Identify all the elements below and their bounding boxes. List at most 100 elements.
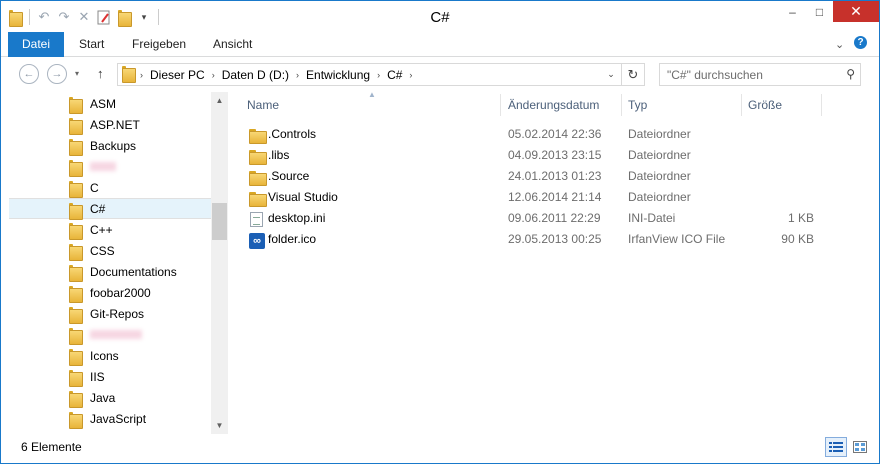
nav-item-icons[interactable]: Icons	[9, 345, 211, 366]
folder-icon	[69, 139, 83, 156]
details-view-button[interactable]	[825, 437, 847, 457]
large-icons-view-button[interactable]	[849, 437, 871, 457]
recent-locations-icon[interactable]: ▾	[75, 69, 79, 78]
nav-item-java[interactable]: Java	[9, 387, 211, 408]
folder-icon	[69, 97, 83, 114]
file-type: Dateiordner	[628, 190, 691, 204]
nav-item-asm[interactable]: ASM	[9, 93, 211, 114]
folder-icon	[69, 118, 83, 135]
redacted-label	[90, 162, 116, 171]
toolbar-separator	[158, 9, 159, 25]
nav-item-git-repos[interactable]: Git-Repos	[9, 303, 211, 324]
folder-icon	[69, 349, 83, 366]
file-type: Dateiordner	[628, 127, 691, 141]
nav-item-iis[interactable]: IIS	[9, 366, 211, 387]
help-icon[interactable]: ?	[854, 36, 867, 49]
folder-icon	[69, 160, 83, 177]
chevron-right-icon[interactable]: ›	[140, 70, 143, 80]
file-list: ▲ Name Änderungsdatum Typ Größe .Control…	[230, 90, 879, 434]
new-folder-icon[interactable]	[116, 9, 132, 27]
folder-icon	[249, 128, 267, 144]
nav-item-foobar2000[interactable]: foobar2000	[9, 282, 211, 303]
folder-icon	[69, 307, 83, 324]
file-row-visual-studio[interactable]: Visual Studio 12.06.2014 21:14 Dateiordn…	[241, 187, 831, 208]
nav-item-csharp[interactable]: C#	[9, 198, 211, 220]
chevron-right-icon[interactable]: ›	[377, 70, 380, 80]
column-header-type[interactable]: Typ	[622, 92, 741, 118]
ini-file-icon	[249, 212, 265, 228]
tab-freigeben[interactable]: Freigeben	[132, 32, 186, 57]
column-divider[interactable]	[500, 94, 501, 116]
column-headers: ▲ Name Änderungsdatum Typ Größe	[230, 90, 879, 118]
address-history-dropdown-icon[interactable]: ⌄	[601, 64, 621, 85]
column-header-date[interactable]: Änderungsdatum	[502, 92, 621, 118]
file-date: 09.06.2011 22:29	[508, 211, 601, 225]
nav-item-c[interactable]: C	[9, 177, 211, 198]
scroll-up-icon[interactable]: ▲	[211, 92, 228, 109]
chevron-right-icon[interactable]: ›	[409, 70, 412, 80]
chevron-right-icon[interactable]: ›	[296, 70, 299, 80]
nav-item-javascript[interactable]: JavaScript	[9, 408, 211, 429]
column-header-size[interactable]: Größe	[742, 92, 821, 118]
file-row-controls[interactable]: .Controls 05.02.2014 22:36 Dateiordner	[241, 124, 831, 145]
nav-item-css[interactable]: CSS	[9, 240, 211, 261]
scroll-down-icon[interactable]: ▼	[211, 417, 228, 434]
window-controls: – □ ✕	[779, 1, 879, 22]
file-row-libs[interactable]: .libs 04.09.2013 23:15 Dateiordner	[241, 145, 831, 166]
expand-ribbon-icon[interactable]: ⌄	[835, 38, 844, 51]
scrollbar-thumb[interactable]	[212, 203, 227, 240]
delete-icon[interactable]: ✕	[76, 9, 92, 25]
redacted-label	[90, 330, 142, 339]
refresh-icon: ↻	[627, 66, 639, 82]
refresh-button[interactable]: ↻	[622, 63, 645, 86]
breadcrumb-dieser-pc[interactable]: Dieser PC	[150, 68, 205, 82]
arrow-right-icon: →	[51, 68, 63, 80]
folder-icon	[69, 391, 83, 408]
forward-button[interactable]: →	[47, 64, 67, 84]
nav-item-redacted[interactable]	[9, 324, 211, 345]
undo-icon[interactable]: ↶	[36, 9, 52, 25]
navigation-bar: ← → ▾ ↑ › Dieser PC › Daten D (D:) › Ent…	[1, 57, 879, 92]
nav-item-redacted[interactable]	[9, 156, 211, 177]
breadcrumb-daten-d[interactable]: Daten D (D:)	[222, 68, 289, 82]
navigation-pane: ASM ASP.NET Backups C C# C++ CSS Documen…	[1, 92, 229, 434]
nav-item-cpp[interactable]: C++	[9, 219, 211, 240]
address-bar[interactable]: › Dieser PC › Daten D (D:) › Entwicklung…	[117, 63, 622, 86]
column-divider[interactable]	[821, 94, 822, 116]
breadcrumb-entwicklung[interactable]: Entwicklung	[306, 68, 370, 82]
search-icon[interactable]: ⚲	[846, 67, 855, 81]
folder-icon	[69, 265, 83, 282]
column-header-name[interactable]: Name	[241, 92, 500, 118]
maximize-button[interactable]: □	[806, 1, 833, 22]
tab-ansicht[interactable]: Ansicht	[213, 32, 252, 57]
nav-item-aspnet[interactable]: ASP.NET	[9, 114, 211, 135]
toolbar-separator	[29, 9, 30, 25]
title-bar[interactable]: ↶ ↷ ✕ ▾ C# – □ ✕	[1, 1, 879, 32]
chevron-right-icon[interactable]: ›	[212, 70, 215, 80]
minimize-button[interactable]: –	[779, 1, 806, 22]
tab-start[interactable]: Start	[79, 32, 104, 57]
back-button[interactable]: ←	[19, 64, 39, 84]
file-name: folder.ico	[268, 232, 317, 246]
customize-toolbar-icon[interactable]: ▾	[136, 9, 152, 25]
file-name: .libs	[268, 148, 290, 162]
redo-icon[interactable]: ↷	[56, 9, 72, 25]
file-row-desktop-ini[interactable]: desktop.ini 09.06.2011 22:29 INI-Datei 1…	[241, 208, 831, 229]
file-row-source[interactable]: .Source 24.01.2013 01:23 Dateiordner	[241, 166, 831, 187]
tab-datei[interactable]: Datei	[8, 32, 64, 57]
up-button[interactable]: ↑	[97, 66, 104, 81]
nav-pane-scrollbar[interactable]: ▲ ▼	[211, 92, 228, 434]
arrow-left-icon: ←	[23, 68, 35, 80]
file-name: .Controls	[268, 127, 317, 141]
nav-item-backups[interactable]: Backups	[9, 135, 211, 156]
close-button[interactable]: ✕	[833, 1, 879, 22]
nav-item-documentations[interactable]: Documentations	[9, 261, 211, 282]
folder-icon	[249, 191, 267, 207]
folder-icon	[69, 223, 83, 240]
file-date: 29.05.2013 00:25	[508, 232, 602, 246]
folder-properties-icon[interactable]	[7, 9, 23, 27]
properties-icon[interactable]	[96, 9, 112, 25]
file-row-folder-ico[interactable]: ∞ folder.ico 29.05.2013 00:25 IrfanView …	[241, 229, 831, 250]
search-input[interactable]: "C#" durchsuchen ⚲	[659, 63, 861, 86]
breadcrumb-csharp[interactable]: C#	[387, 68, 402, 82]
